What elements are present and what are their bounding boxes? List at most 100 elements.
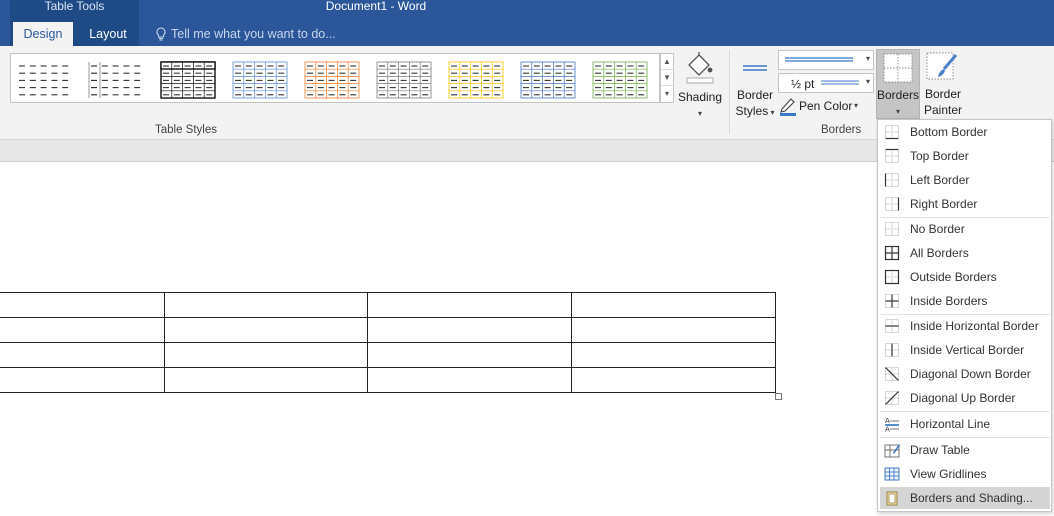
shading-button[interactable]: Shading ▾ [676, 50, 724, 120]
border-styles-button[interactable]: Border Styles ▾ [734, 50, 776, 120]
pen-icon [780, 98, 796, 116]
menu-item-view-gridlines[interactable]: View Gridlines [880, 463, 1050, 485]
line-style-preview [785, 57, 853, 62]
chevron-down-icon: ▾ [854, 101, 859, 110]
menu-item-horizontal-line[interactable]: AA Horizontal Line [880, 413, 1050, 435]
menu-item-label: Borders and Shading... [910, 491, 1033, 505]
table-cell[interactable] [571, 342, 776, 368]
menu-item-outside-borders[interactable]: Outside Borders [880, 266, 1050, 288]
diagonal-up-border-icon [885, 391, 899, 405]
table-style-thumb[interactable] [376, 61, 432, 99]
table-style-thumb[interactable] [88, 61, 144, 99]
table-cell[interactable] [164, 367, 368, 393]
table-style-thumb[interactable] [448, 61, 504, 99]
menu-item-diagonal-down-border[interactable]: Diagonal Down Border [880, 363, 1050, 385]
inside-vertical-border-icon [885, 343, 899, 357]
gallery-scroll-up-button[interactable]: ▲ [661, 54, 673, 70]
menu-item-draw-table[interactable]: Draw Table [880, 439, 1050, 461]
document-table[interactable] [0, 292, 776, 393]
border-styles-label-line2: Styles [735, 104, 769, 118]
view-gridlines-icon [884, 467, 900, 481]
borders-dropdown-menu: Bottom Border Top Border Left Border Rig… [877, 119, 1052, 512]
menu-item-label: Left Border [910, 173, 970, 187]
table-cell[interactable] [0, 317, 165, 343]
table-style-thumb[interactable] [592, 61, 648, 99]
top-border-icon [885, 148, 899, 163]
menu-item-label: All Borders [910, 246, 969, 260]
no-border-icon [885, 222, 899, 236]
gallery-scroll-down-button[interactable]: ▼ [661, 70, 673, 86]
tab-layout[interactable]: Layout [78, 22, 138, 46]
line-weight-preview [821, 80, 859, 85]
table-cell[interactable] [571, 367, 776, 393]
tab-design[interactable]: Design [13, 22, 73, 46]
table-cell[interactable] [367, 292, 572, 318]
table-row [0, 317, 776, 343]
tell-me-search[interactable]: Tell me what you want to do... [155, 22, 336, 46]
menu-item-right-border[interactable]: Right Border [880, 193, 1050, 215]
menu-item-inside-borders[interactable]: Inside Borders [880, 290, 1050, 312]
borders-and-shading-icon [886, 491, 898, 506]
menu-item-borders-and-shading[interactable]: Borders and Shading... [880, 487, 1050, 509]
menu-item-no-border[interactable]: No Border [880, 218, 1050, 240]
inside-horizontal-border-icon [885, 319, 899, 333]
group-divider [729, 50, 730, 134]
borders-button[interactable]: Borders ▾ [876, 49, 920, 119]
table-style-thumb[interactable] [304, 61, 360, 99]
svg-text:A: A [885, 417, 890, 425]
menu-item-left-border[interactable]: Left Border [880, 169, 1050, 191]
menu-item-bottom-border[interactable]: Bottom Border [880, 121, 1050, 143]
paintbrush-icon [926, 52, 958, 80]
menu-item-inside-horizontal-border[interactable]: Inside Horizontal Border [880, 315, 1050, 337]
table-cell[interactable] [367, 342, 572, 368]
table-style-thumb[interactable] [232, 61, 288, 99]
table-cell[interactable] [164, 342, 368, 368]
menu-item-label: Horizontal Line [910, 417, 991, 431]
menu-item-label: No Border [910, 222, 965, 236]
border-painter-button[interactable]: Border Painter [922, 49, 964, 119]
pen-color-label: Pen Color [799, 99, 853, 113]
gallery-more-button[interactable]: ▾ [661, 86, 673, 102]
table-cell[interactable] [571, 317, 776, 343]
left-border-icon [884, 173, 899, 187]
menu-item-top-border[interactable]: Top Border [880, 145, 1050, 167]
lightbulb-icon [156, 27, 166, 41]
diagonal-down-border-icon [885, 367, 899, 381]
gallery-scroll: ▲ ▼ ▾ [660, 53, 674, 103]
table-cell[interactable] [0, 342, 165, 368]
menu-item-label: Diagonal Down Border [910, 367, 1031, 381]
chevron-down-icon: ▾ [865, 77, 870, 86]
tell-me-placeholder: Tell me what you want to do... [171, 27, 336, 41]
borders-group-label: Borders [821, 124, 862, 136]
border-styles-icon [743, 65, 767, 71]
table-style-thumb[interactable] [520, 61, 576, 99]
table-style-thumb[interactable] [16, 61, 72, 99]
table-cell[interactable] [367, 367, 572, 393]
line-weight-dropdown[interactable]: ½ pt ▾ [778, 73, 874, 93]
border-painter-label-line2: Painter [923, 103, 963, 117]
table-cell[interactable] [0, 367, 165, 393]
menu-item-all-borders[interactable]: All Borders [880, 242, 1050, 264]
menu-item-inside-vertical-border[interactable]: Inside Vertical Border [880, 339, 1050, 361]
table-cell[interactable] [0, 292, 165, 318]
draw-table-icon [884, 444, 900, 458]
chevron-down-icon: ▾ [865, 54, 870, 63]
borders-label: Borders [877, 88, 920, 102]
menu-item-diagonal-up-border[interactable]: Diagonal Up Border [880, 387, 1050, 409]
table-resize-handle[interactable] [775, 393, 782, 400]
pen-color-button[interactable]: Pen Color ▾ [779, 96, 863, 116]
table-row [0, 367, 776, 393]
menu-item-label: Inside Horizontal Border [910, 319, 1039, 333]
table-style-thumb[interactable] [160, 61, 216, 99]
borders-grid-icon [883, 53, 913, 83]
table-cell[interactable] [571, 292, 776, 318]
line-style-dropdown[interactable]: ▾ [778, 50, 874, 70]
table-cell[interactable] [164, 317, 368, 343]
table-cell[interactable] [367, 317, 572, 343]
border-painter-label-line1: Border [924, 87, 962, 101]
table-cell[interactable] [164, 292, 368, 318]
menu-separator [880, 411, 1050, 412]
paint-bucket-icon [686, 52, 714, 84]
ribbon-tab-row: Design Layout Tell me what you want to d… [0, 20, 1054, 46]
menu-item-label: Right Border [910, 197, 978, 211]
